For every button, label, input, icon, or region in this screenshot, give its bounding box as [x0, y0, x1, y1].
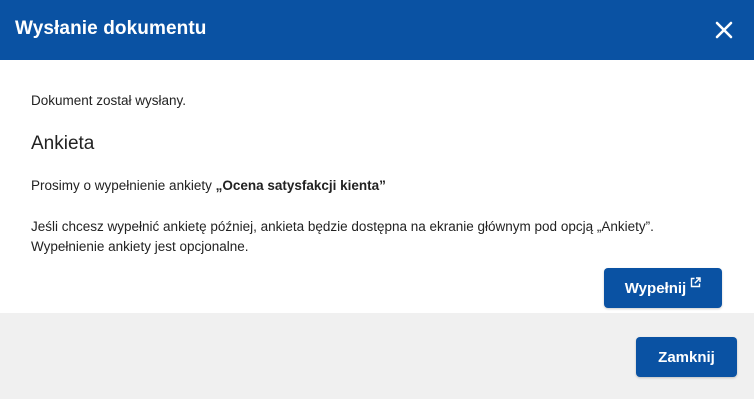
- survey-request: Prosimy o wypełnienie ankiety „Ocena sat…: [31, 178, 386, 193]
- survey-name: „Ocena satysfakcji kienta”: [215, 178, 386, 193]
- fill-survey-button[interactable]: Wypełnij: [604, 268, 722, 308]
- survey-heading: Ankieta: [31, 133, 95, 154]
- survey-info-optional: Wypełnienie ankiety jest opcjonalne.: [31, 239, 249, 254]
- dialog-header: Wysłanie dokumentu: [0, 0, 754, 60]
- survey-request-text: Prosimy o wypełnienie ankiety: [31, 178, 216, 193]
- survey-info: Jeśli chcesz wypełnić ankietę później, a…: [31, 217, 731, 257]
- fill-survey-label: Wypełnij: [624, 279, 687, 297]
- dialog-title: Wysłanie dokumentu: [15, 18, 207, 39]
- document-sent-dialog: Wysłanie dokumentu Dokument został wysła…: [0, 0, 754, 399]
- close-dialog-button[interactable]: Zamknij: [636, 337, 737, 377]
- dialog-content: Dokument został wysłany. Ankieta Prosimy…: [0, 60, 754, 313]
- external-link-icon: [690, 275, 701, 292]
- close-button[interactable]: [712, 17, 736, 43]
- survey-info-line: Jeśli chcesz wypełnić ankietę później, a…: [31, 219, 654, 234]
- sent-message: Dokument został wysłany.: [31, 93, 187, 108]
- close-icon: [715, 21, 733, 39]
- dialog-footer: Zamknij: [0, 313, 754, 399]
